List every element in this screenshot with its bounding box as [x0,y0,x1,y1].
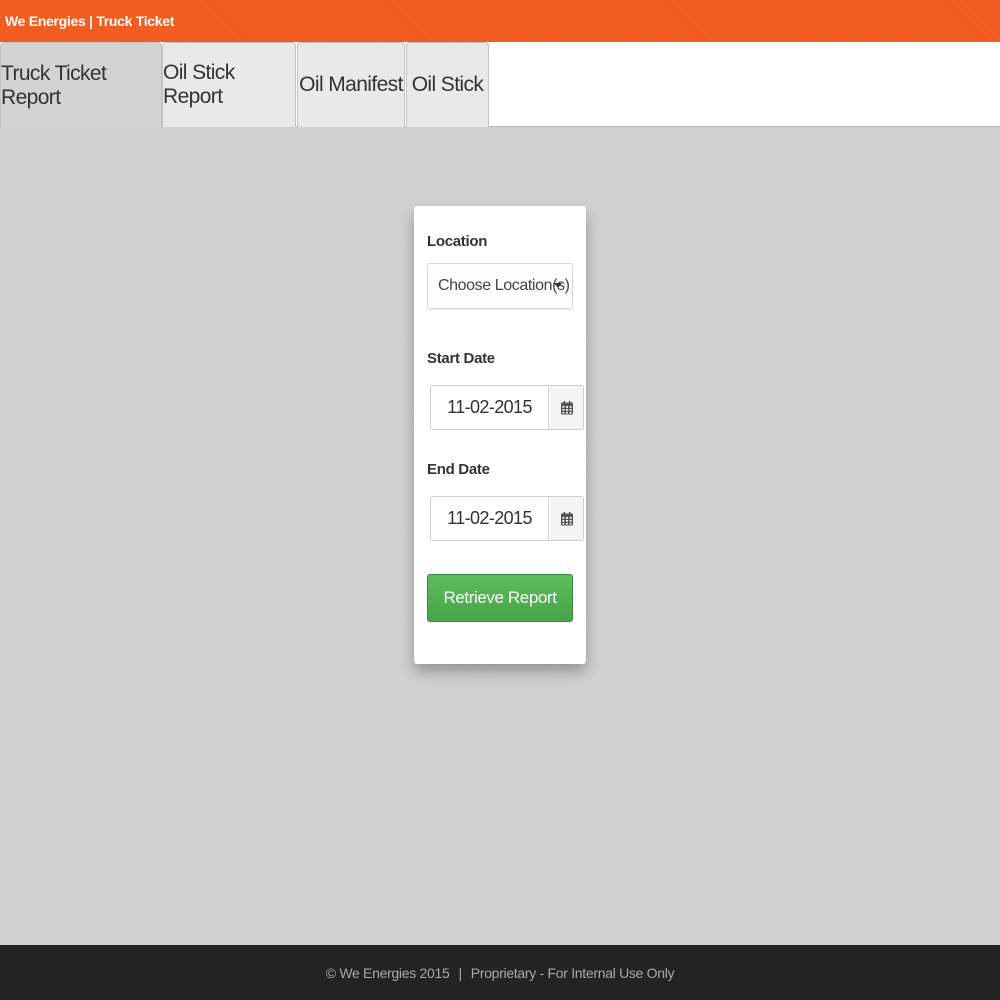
report-form-card: Location Choose Location(s) Start Date 1… [414,206,586,664]
retrieve-report-button[interactable]: Retrieve Report [427,574,573,622]
tab-truck-ticket-report[interactable]: Truck Ticket Report [0,42,162,128]
end-date-input[interactable]: 11-02-2015 [431,497,549,540]
location-select-value: Choose Location(s) [438,277,570,294]
tab-label: Oil Manifest [299,73,403,96]
tab-oil-manifest[interactable]: Oil Manifest [297,42,405,127]
start-date-picker: 11-02-2015 [430,385,584,430]
end-date-label: End Date [427,461,490,478]
start-date-input[interactable]: 11-02-2015 [431,386,549,429]
tab-label: Oil Stick Report [163,61,235,108]
location-label: Location [427,233,488,250]
tab-strip: Truck Ticket Report Oil Stick Report Oil… [0,42,1000,128]
tab-label: Oil Stick [411,73,484,96]
tab-oil-stick-report[interactable]: Oil Stick Report [162,42,296,127]
start-date-calendar-button[interactable] [550,386,583,429]
start-date-label: Start Date [427,350,495,367]
end-date-calendar-button[interactable] [550,497,583,540]
calendar-icon [560,511,573,525]
app-title: We Energies | Truck Ticket [5,13,175,29]
footer-notice: Proprietary - For Internal Use Only [470,964,675,981]
chevron-down-icon [554,283,562,288]
tab-oil-stick[interactable]: Oil Stick [406,42,489,127]
footer-separator: | [458,964,462,981]
calendar-icon [560,400,573,414]
footer: © We Energies 2015 | Proprietary - For I… [0,945,1000,1000]
top-bar: We Energies | Truck Ticket [0,0,1000,42]
footer-copyright: © We Energies 2015 [325,964,450,981]
end-date-picker: 11-02-2015 [430,496,584,541]
location-select[interactable]: Choose Location(s) [427,263,573,309]
tab-label: Truck Ticket Report [1,61,107,109]
